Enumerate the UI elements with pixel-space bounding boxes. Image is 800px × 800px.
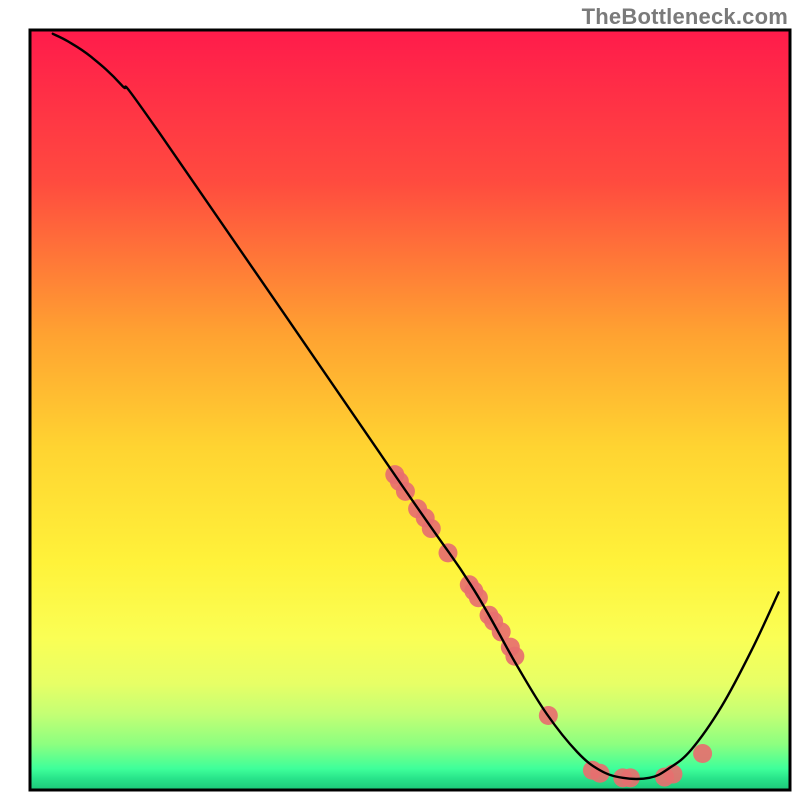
data-point — [663, 765, 682, 784]
bottleneck-chart — [0, 0, 800, 800]
data-point — [693, 744, 712, 763]
gradient-background — [30, 30, 790, 790]
plot-area — [30, 30, 790, 790]
chart-stage: TheBottleneck.com — [0, 0, 800, 800]
